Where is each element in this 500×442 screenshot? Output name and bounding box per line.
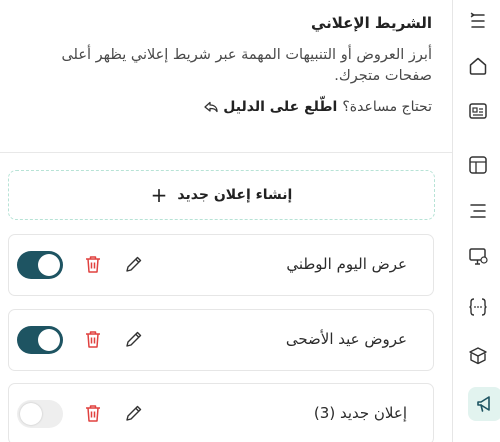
menu-icon[interactable]	[467, 200, 489, 222]
announcement-label: إعلان جديد (3)	[313, 404, 407, 422]
divider	[0, 152, 452, 153]
announcement-card-2: عروض عيد الأضحى	[8, 309, 434, 371]
guide-link-label: اطّلع على الدليل	[223, 99, 338, 115]
announcement-toggle[interactable]	[17, 326, 63, 354]
trash-icon[interactable]	[84, 329, 102, 349]
edit-icon[interactable]	[124, 254, 144, 274]
toggle-knob	[38, 329, 60, 351]
main-content: الشريط الإعلاني أبرز العروض أو التنبيهات…	[0, 0, 452, 442]
edit-icon[interactable]	[124, 329, 144, 349]
announcement-toggle[interactable]	[17, 251, 63, 279]
monitor-settings-icon[interactable]	[467, 245, 489, 267]
announcement-card-1: عرض اليوم الوطني	[8, 234, 434, 296]
create-button-label: إنشاء إعلان جديد	[177, 187, 293, 203]
box-icon[interactable]	[467, 344, 489, 366]
edit-icon[interactable]	[124, 403, 144, 423]
home-icon[interactable]	[467, 55, 489, 77]
announcement-card-3: إعلان جديد (3)	[8, 383, 434, 442]
page-description: أبرز العروض أو التنبيهات المهمة عبر شريط…	[61, 47, 432, 84]
page-title: الشريط الإعلاني	[310, 14, 432, 32]
share-arrow-icon	[204, 101, 218, 113]
id-card-icon[interactable]	[467, 100, 489, 122]
help-row: تحتاج مساعدة؟ اطّلع على الدليل	[16, 99, 432, 115]
list-icon[interactable]	[467, 10, 489, 32]
trash-icon[interactable]	[84, 403, 102, 423]
sidebar	[452, 0, 500, 442]
toggle-knob	[20, 403, 42, 425]
megaphone-icon[interactable]	[474, 393, 496, 415]
help-prefix: تحتاج مساعدة؟	[342, 99, 432, 115]
announcement-label: عروض عيد الأضحى	[285, 330, 407, 348]
trash-icon[interactable]	[84, 254, 102, 274]
announcement-label: عرض اليوم الوطني	[286, 255, 407, 273]
guide-link[interactable]: اطّلع على الدليل	[204, 99, 337, 115]
create-announcement-button[interactable]: إنشاء إعلان جديد +	[8, 170, 435, 220]
plus-icon: +	[150, 183, 168, 207]
page-header: الشريط الإعلاني أبرز العروض أو التنبيهات…	[0, 0, 452, 115]
announcement-toggle[interactable]	[17, 400, 63, 428]
layout-icon[interactable]	[467, 154, 489, 176]
code-braces-icon[interactable]	[467, 296, 489, 318]
toggle-knob	[38, 254, 60, 276]
